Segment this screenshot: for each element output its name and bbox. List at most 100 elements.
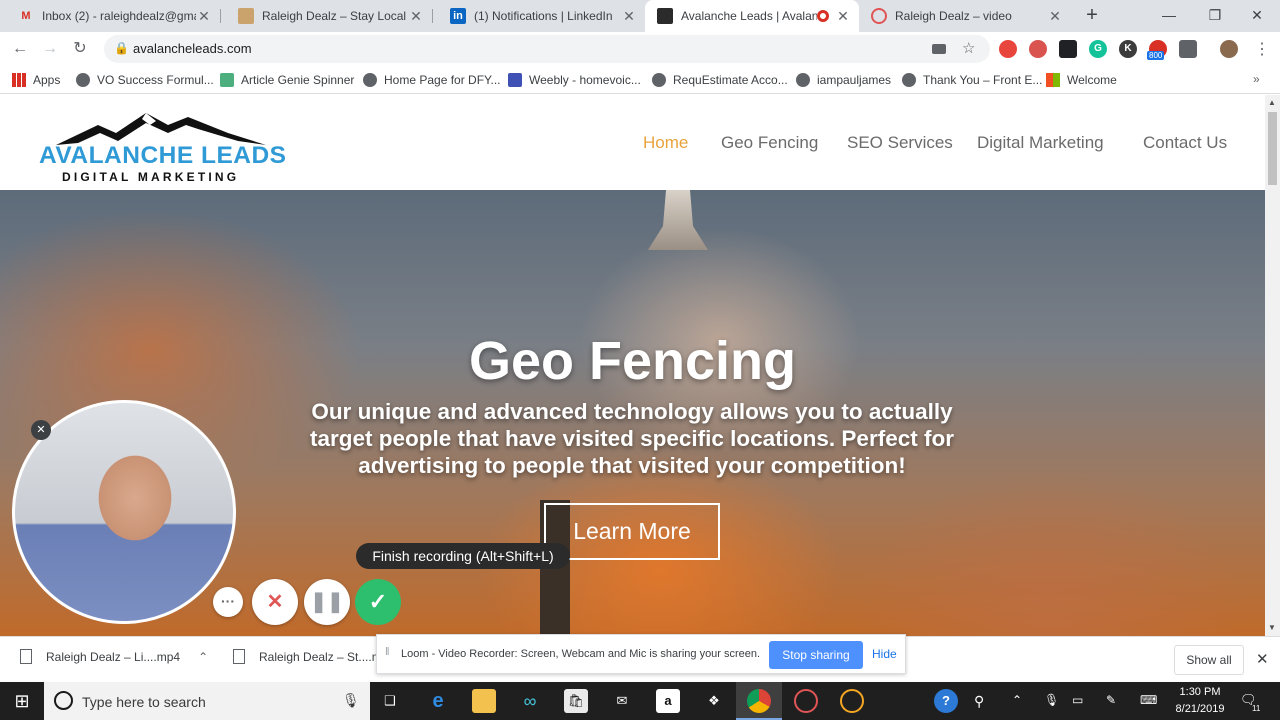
page-scrollbar[interactable]: ▲ ▼ bbox=[1265, 95, 1280, 636]
back-button[interactable]: ← bbox=[8, 37, 32, 61]
restore-button[interactable]: ❐ bbox=[1192, 0, 1238, 32]
help-icon[interactable]: ? bbox=[934, 689, 958, 713]
infinity-app-icon[interactable]: ∞ bbox=[518, 689, 542, 713]
close-tab-icon[interactable]: ✕ bbox=[1047, 8, 1063, 25]
chevron-up-icon[interactable]: ⌃ bbox=[198, 650, 208, 664]
mountain-logo-icon bbox=[56, 113, 266, 145]
stop-sharing-button[interactable]: Stop sharing bbox=[769, 641, 863, 669]
pen-icon[interactable]: ✎ bbox=[1106, 693, 1116, 707]
close-tab-icon[interactable]: ✕ bbox=[408, 8, 424, 25]
minimize-button[interactable]: — bbox=[1146, 0, 1192, 32]
close-webcam-button[interactable]: ✕ bbox=[31, 420, 51, 440]
chevron-up-icon[interactable]: ⌃ bbox=[1012, 693, 1022, 707]
bookmark-article-genie[interactable]: Article Genie Spinner bbox=[220, 71, 354, 89]
download-item[interactable]: Raleigh Dealz – St....m bbox=[233, 649, 382, 664]
clock-time[interactable]: 1:30 PM bbox=[1172, 686, 1228, 698]
reload-button[interactable]: ↻ bbox=[68, 37, 92, 61]
k-extension-icon[interactable]: K bbox=[1119, 40, 1137, 58]
show-all-downloads-button[interactable]: Show all bbox=[1174, 645, 1244, 675]
tab-raleigh-dealz[interactable]: Raleigh Dealz – Stay Local ✕ bbox=[220, 0, 432, 32]
apps-grid-icon bbox=[12, 73, 26, 87]
learn-more-button[interactable]: Learn More bbox=[544, 503, 720, 560]
bookmark-requestimate[interactable]: RequEstimate Acco... bbox=[652, 71, 788, 89]
cortana-icon bbox=[54, 691, 73, 710]
close-tab-icon[interactable]: ✕ bbox=[621, 8, 637, 25]
scrollbar-thumb[interactable] bbox=[1268, 112, 1277, 185]
dropbox-icon[interactable]: ❖ bbox=[702, 689, 726, 713]
drag-handle-icon[interactable]: ‖ bbox=[385, 646, 390, 658]
url-text[interactable]: avalancheleads.com bbox=[133, 41, 252, 56]
start-button[interactable]: ⊞ bbox=[10, 689, 34, 713]
close-downloads-icon[interactable]: ✕ bbox=[1256, 650, 1269, 668]
target-app-icon[interactable] bbox=[840, 689, 864, 713]
amazon-icon[interactable]: a bbox=[656, 689, 680, 713]
microphone-icon[interactable]: 🎙 bbox=[342, 692, 360, 709]
nav-home[interactable]: Home bbox=[643, 133, 688, 153]
bookmark-welcome[interactable]: Welcome bbox=[1046, 71, 1117, 89]
battery-icon[interactable]: ▭ bbox=[1072, 693, 1083, 707]
finish-recording-button[interactable]: ✓ bbox=[355, 579, 401, 625]
recording-icon bbox=[817, 10, 829, 22]
bookmark-iampauljames[interactable]: iampauljames bbox=[796, 71, 891, 89]
rocket-image bbox=[648, 190, 708, 250]
bookmark-thank-you[interactable]: Thank You – Front E... bbox=[902, 71, 1042, 89]
close-tab-icon[interactable]: ✕ bbox=[196, 8, 212, 25]
windows-taskbar: ⊞ Type here to search 🎙 ❑ e ∞ 🛍 ✉ a ❖ ? … bbox=[0, 682, 1280, 720]
grammarly-icon[interactable]: G bbox=[1089, 40, 1107, 58]
nav-geo-fencing[interactable]: Geo Fencing bbox=[721, 133, 818, 153]
nav-contact-us[interactable]: Contact Us bbox=[1143, 133, 1227, 153]
download-item[interactable]: Raleigh Dealz – Li....mp4 ⌃ bbox=[20, 649, 208, 664]
file-explorer-icon[interactable] bbox=[472, 689, 496, 713]
taskbar-search[interactable]: Type here to search 🎙 bbox=[44, 682, 370, 720]
address-bar[interactable]: 🔒 avalancheleads.com ☆ bbox=[104, 35, 990, 63]
microphone-tray-icon[interactable]: 🎙 bbox=[1044, 693, 1059, 707]
bookmark-apps[interactable]: Apps bbox=[12, 71, 60, 89]
bookmark-vo-success[interactable]: VO Success Formul... bbox=[76, 71, 214, 89]
tab-gmail[interactable]: M Inbox (2) - raleighdealz@gmail.com ✕ bbox=[0, 0, 220, 32]
video-extension-icon[interactable] bbox=[1059, 40, 1077, 58]
cancel-recording-button[interactable]: ✕ bbox=[252, 579, 298, 625]
bookmark-label: iampauljames bbox=[817, 73, 892, 87]
more-options-button[interactable]: ··· bbox=[213, 587, 243, 617]
bookmark-label: RequEstimate Acco... bbox=[673, 73, 788, 87]
nav-seo-services[interactable]: SEO Services bbox=[847, 133, 953, 153]
menu-icon[interactable]: ⋮ bbox=[1254, 39, 1270, 59]
nav-digital-marketing[interactable]: Digital Marketing bbox=[977, 133, 1104, 153]
people-icon[interactable]: ⚲ bbox=[974, 693, 984, 710]
close-tab-icon[interactable]: ✕ bbox=[835, 8, 851, 25]
globe-icon bbox=[902, 73, 916, 87]
screenshot-extension-icon[interactable] bbox=[1179, 40, 1197, 58]
tab-avalanche-leads[interactable]: Avalanche Leads | Avalanche ✕ bbox=[645, 0, 859, 32]
edge-icon[interactable]: e bbox=[426, 689, 450, 713]
extension-icon-2[interactable] bbox=[1029, 40, 1047, 58]
forward-button[interactable]: → bbox=[38, 37, 62, 61]
scroll-up-arrow[interactable]: ▲ bbox=[1268, 98, 1276, 107]
store-icon[interactable]: 🛍 bbox=[564, 689, 588, 713]
download-filename: Raleigh Dealz – Li....mp4 bbox=[46, 649, 181, 664]
tab-title: Avalanche Leads | Avalanche bbox=[681, 9, 817, 23]
chrome-taskbar-button[interactable] bbox=[736, 682, 782, 720]
spiral-app-icon[interactable] bbox=[794, 689, 818, 713]
bookmark-home-page-dfy[interactable]: Home Page for DFY... bbox=[363, 71, 501, 89]
bookmark-weebly[interactable]: Weebly - homevoic... bbox=[508, 71, 641, 89]
star-icon[interactable]: ☆ bbox=[962, 39, 975, 57]
clock-date[interactable]: 8/21/2019 bbox=[1172, 703, 1228, 715]
mail-icon[interactable]: ✉ bbox=[610, 689, 634, 713]
globe-icon bbox=[652, 73, 666, 87]
scroll-down-arrow[interactable]: ▼ bbox=[1268, 623, 1276, 632]
hide-button[interactable]: Hide bbox=[872, 647, 897, 661]
tab-linkedin[interactable]: in (1) Notifications | LinkedIn ✕ bbox=[432, 0, 645, 32]
keyboard-icon[interactable]: ⌨ bbox=[1140, 693, 1157, 707]
site-logo[interactable]: AVALANCHE LEADS DIGITAL MARKETING bbox=[38, 103, 286, 185]
extension-icon-1[interactable] bbox=[999, 40, 1017, 58]
pause-recording-button[interactable]: ❚❚ bbox=[304, 579, 350, 625]
profile-avatar[interactable] bbox=[1220, 40, 1238, 58]
task-view-icon[interactable]: ❑ bbox=[378, 689, 402, 713]
new-tab-button[interactable]: + bbox=[1081, 4, 1103, 26]
close-window-button[interactable]: ✕ bbox=[1234, 0, 1280, 32]
camera-icon[interactable] bbox=[932, 44, 946, 54]
site-header: AVALANCHE LEADS DIGITAL MARKETING Home G… bbox=[0, 95, 1265, 190]
more-bookmarks-icon[interactable]: » bbox=[1253, 72, 1260, 86]
tab-raleigh-video[interactable]: Raleigh Dealz – video ✕ bbox=[859, 0, 1071, 32]
globe-icon bbox=[796, 73, 810, 87]
